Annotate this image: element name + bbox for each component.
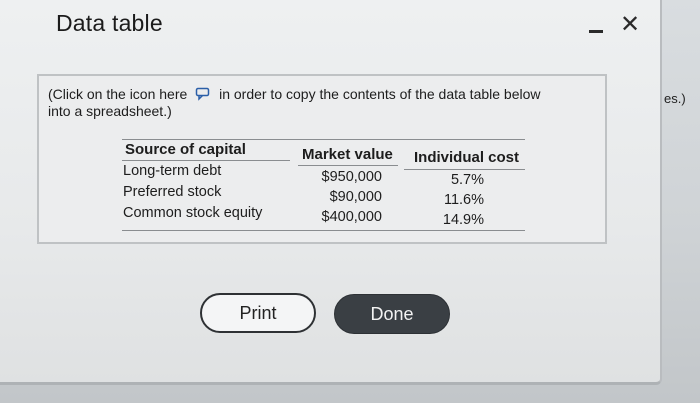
dialog-title: Data table xyxy=(56,10,163,36)
table-bottom-rule xyxy=(122,230,525,231)
cell-market-value: $90,000 xyxy=(329,189,382,205)
cell-individual-cost: 5.7% xyxy=(450,172,484,188)
cell-market-value: $400,000 xyxy=(321,209,382,225)
header-underline xyxy=(298,165,398,166)
cell-source: Preferred stock xyxy=(123,184,222,200)
instructions-text-end: in order to copy the contents of the dat… xyxy=(219,86,541,102)
header-underline xyxy=(122,160,290,161)
copy-icon[interactable] xyxy=(195,87,211,104)
close-icon[interactable]: ✕ xyxy=(620,13,640,37)
minimize-icon[interactable] xyxy=(589,30,603,33)
instructions-text-line2: into a spreadsheet.) xyxy=(48,103,172,119)
background-text: es.) xyxy=(664,91,686,106)
cell-source: Common stock equity xyxy=(123,205,263,221)
cell-source: Long-term debt xyxy=(123,163,222,179)
table-top-rule xyxy=(122,139,525,140)
header-source-of-capital: Source of capital xyxy=(125,141,246,158)
cell-individual-cost: 11.6% xyxy=(443,192,484,208)
print-button[interactable]: Print xyxy=(200,293,316,333)
done-button[interactable]: Done xyxy=(334,294,450,334)
cell-individual-cost: 14.9% xyxy=(442,212,484,228)
cell-market-value: $950,000 xyxy=(321,169,382,185)
header-underline xyxy=(404,169,525,170)
instructions-text-start: (Click on the icon here xyxy=(48,86,188,102)
copy-instructions: (Click on the icon here in order to copy… xyxy=(48,87,593,119)
data-table-dialog: Data table ✕ (Click on the icon here in … xyxy=(0,0,662,385)
header-market-value: Market value xyxy=(302,146,393,163)
header-individual-cost: Individual cost xyxy=(414,149,520,166)
